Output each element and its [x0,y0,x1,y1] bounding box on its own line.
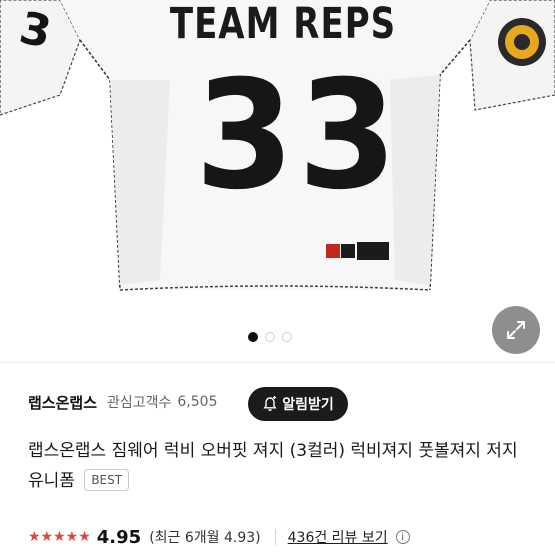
jersey-team-text: TEAM REPS [169,0,397,49]
jersey-number: 33 [195,49,401,223]
carousel-dot-2[interactable] [265,332,275,342]
bell-plus-icon [263,396,277,411]
carousel-dot-1[interactable] [248,332,258,342]
follower-count: 6,505 [177,394,218,410]
product-title: 랩스온랩스 짐웨어 럭비 오버핏 져지 (3컬러) 럭비져지 풋볼져지 저지 유… [28,436,533,496]
carousel-indicator [248,332,292,342]
rating-stars: ★★★★★ [28,529,91,545]
recent-rating: (최근 6개월 4.93) [149,530,261,546]
brand-row: 랩스온랩스 관심고객수 6,505 [28,384,218,420]
carousel-dot-3[interactable] [282,332,292,342]
brand-name[interactable]: 랩스온랩스 [28,392,97,413]
rating-row: ★★★★★ 4.95 (최근 6개월 4.93) 436건 리뷰 보기 i [28,522,410,552]
review-link[interactable]: 436건 리뷰 보기 [288,527,388,547]
rating-score: 4.95 [96,526,142,548]
section-divider [0,362,555,363]
product-image-carousel[interactable]: 3 TEAM REPS 33 [0,0,555,360]
info-icon[interactable]: i [395,530,410,544]
expand-icon [507,321,525,339]
alert-subscribe-button[interactable]: 알림받기 [248,387,348,421]
expand-image-button[interactable] [492,306,540,354]
rating-separator [274,529,276,545]
alert-button-label: 알림받기 [282,397,334,413]
follower-label: 관심고객수 [107,395,172,411]
best-badge: BEST [84,469,130,491]
